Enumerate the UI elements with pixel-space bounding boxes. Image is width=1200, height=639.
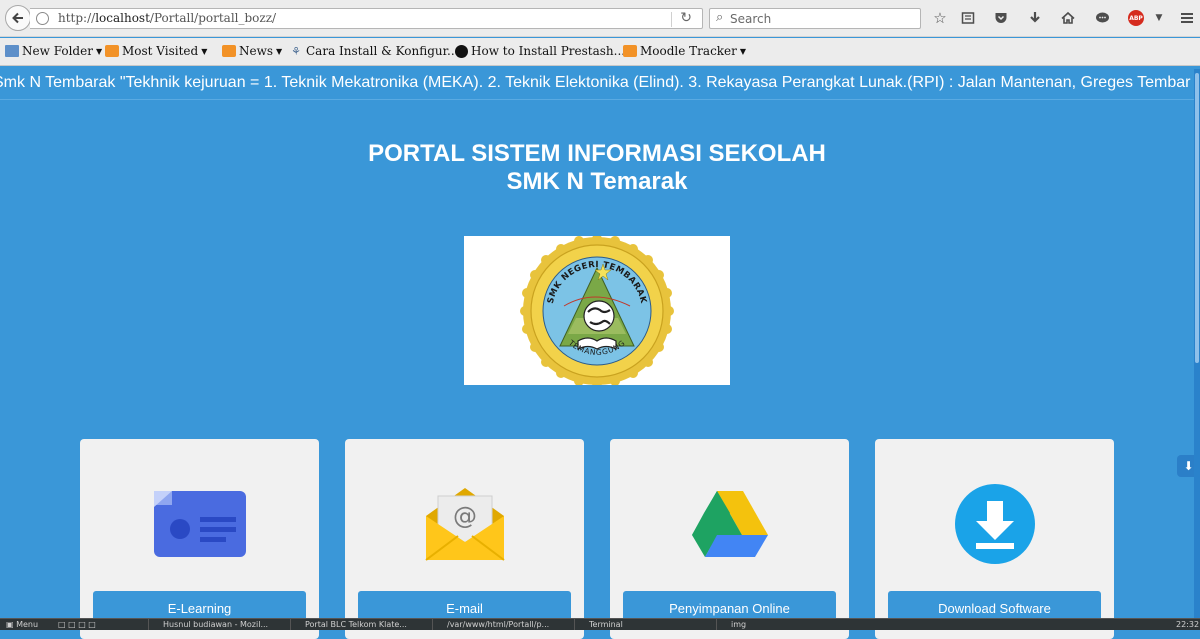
task-img[interactable]: img [716,619,836,630]
bookmark-moodle-tracker[interactable]: Moodle Tracker ▼ [623,44,746,58]
task-portal[interactable]: Portal BLC Telkom Klate... [290,619,426,630]
e-learning-icon [80,479,319,569]
menu-label: Menu [16,620,39,629]
rss-icon [222,45,236,57]
card-online-storage[interactable]: Penyimpanan Online [610,439,849,639]
chat-icon[interactable] [1093,9,1111,27]
quick-launch-icons[interactable]: □ □ □ □ [58,620,96,629]
email-icon: @ [345,479,584,569]
google-drive-icon [610,479,849,569]
adblock-icon[interactable]: ABP [1128,10,1144,26]
chevron-down-icon: ▼ [95,46,103,56]
rss-icon [623,45,637,57]
divider [0,99,1200,100]
downloads-icon[interactable] [1026,9,1044,27]
url-path: /Portall/portall_bozz/ [149,11,277,25]
url-separator [671,12,672,27]
scrollbar-thumb[interactable] [1195,73,1199,363]
chevron-down-icon: ▼ [201,46,208,56]
url-prefix: http:// [58,11,96,25]
back-arrow-icon [12,12,23,24]
bookmark-news[interactable]: News ▼ [222,44,282,58]
os-taskbar: ▣ Menu □ □ □ □ Husnul budiawan - Mozil..… [0,618,1200,630]
adblock-dropdown-icon[interactable]: ▼ [1150,9,1168,27]
browser-toolbar: http://localhost/Portall/portall_bozz/ ↻… [0,0,1200,37]
task-firefox[interactable]: Husnul budiawan - Mozil... [148,619,284,630]
start-menu-button[interactable]: ▣ Menu [6,620,38,629]
task-folder[interactable]: /var/www/html/Portall/p... [432,619,568,630]
news-marquee: Smk N Tembarak "Tekhnik kejuruan = 1. Te… [0,69,1200,99]
url-bar[interactable]: http://localhost/Portall/portall_bozz/ ↻ [30,8,703,29]
task-terminal[interactable]: Terminal [574,619,710,630]
back-button[interactable] [5,5,31,31]
rss-icon [105,45,119,57]
bookmark-new-folder[interactable]: New Folder ▼ [5,44,102,58]
hamburger-menu-icon[interactable] [1178,9,1196,27]
bookmark-label: New Folder [22,44,93,58]
reload-icon[interactable]: ↻ [680,10,692,26]
card-email[interactable]: @ E-mail [345,439,584,639]
school-logo: SMK NEGERI TEMBARAK TEMANGGUNG [464,234,730,388]
title-line-1: PORTAL SISTEM INFORMASI SEKOLAH [368,140,826,167]
bookmark-prestashop[interactable]: How to Install Prestash... [455,44,625,58]
bookmark-label: Most Visited [122,44,199,58]
home-icon[interactable] [1059,9,1077,27]
page-scrollbar[interactable] [1194,69,1200,618]
card-e-learning[interactable]: E-Learning [80,439,319,639]
github-icon [455,44,468,58]
url-text[interactable]: http://localhost/Portall/portall_bozz/ [58,11,276,25]
chevron-down-icon: ▼ [276,46,283,56]
bookmarks-toolbar: New Folder ▼ Most Visited ▼ News ▼ ⚘ Car… [0,38,1200,66]
search-bar[interactable]: ⌕ [709,8,921,29]
bookmark-label: Cara Install & Konfigur... [306,44,459,58]
bookmark-star-icon[interactable]: ☆ [931,9,949,27]
title-line-2: SMK N Temarak [506,168,688,195]
page-title: PORTAL SISTEM INFORMASI SEKOLAH SMK N Te… [0,140,1194,196]
download-icon [875,479,1114,569]
pocket-icon[interactable] [992,9,1010,27]
bookmarks-menu-icon[interactable] [959,9,977,27]
bookmark-cara-install[interactable]: ⚘ Cara Install & Konfigur... [289,44,459,58]
bookmark-label: Moodle Tracker [640,44,737,58]
search-icon: ⌕ [716,10,724,25]
card-download-software[interactable]: Download Software [875,439,1114,639]
marquee-text: Smk N Tembarak "Tekhnik kejuruan = 1. Te… [0,74,1191,91]
chevron-down-icon: ▼ [739,46,747,56]
site-info-icon[interactable] [36,12,49,25]
clock: 22:32 [1176,620,1200,629]
school-emblem-icon: SMK NEGERI TEMBARAK TEMANGGUNG [520,234,674,388]
folder-icon [5,45,19,57]
bookmark-most-visited[interactable]: Most Visited ▼ [105,44,207,58]
url-host: localhost [95,11,150,25]
wiki-icon: ⚘ [291,45,301,58]
bookmark-label: How to Install Prestash... [471,44,626,58]
search-input[interactable] [730,10,915,27]
svg-text:@: @ [453,502,477,530]
bookmark-label: News [239,44,274,58]
